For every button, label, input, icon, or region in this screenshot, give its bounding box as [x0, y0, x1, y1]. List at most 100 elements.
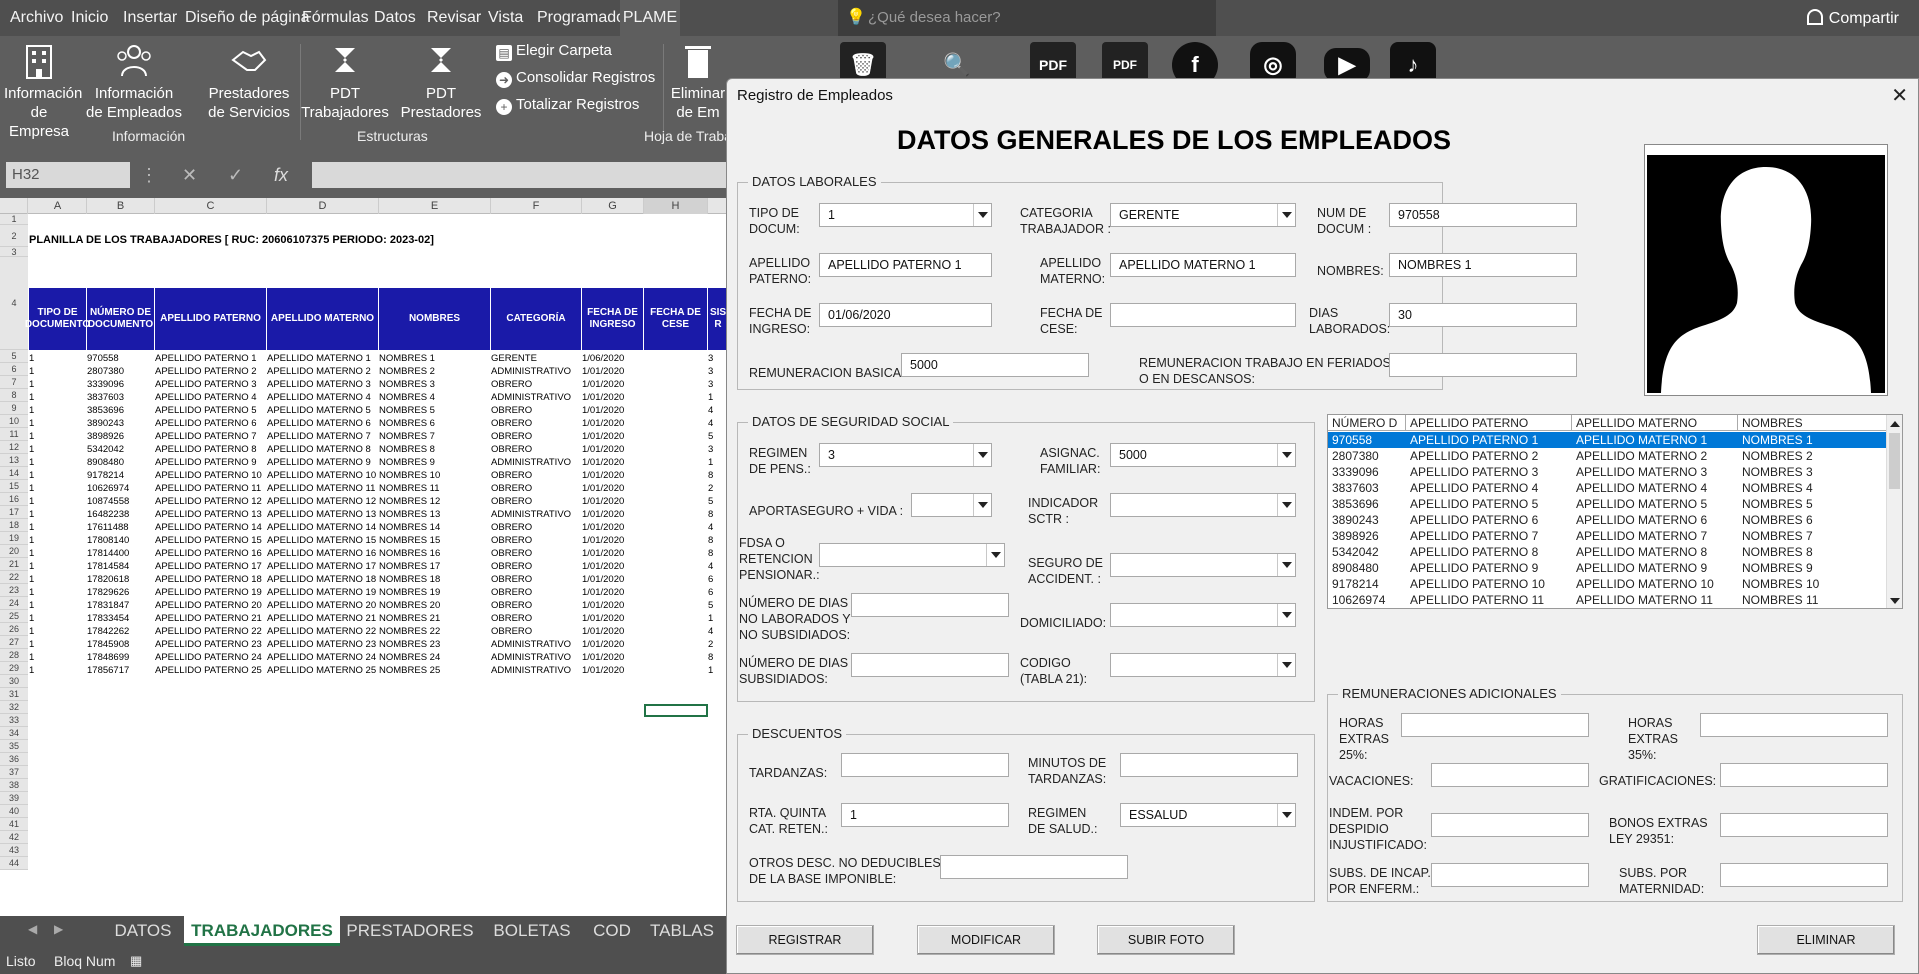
- table-cell[interactable]: 1: [29, 392, 85, 403]
- sheet-tab-boletas[interactable]: BOLETAS: [482, 916, 582, 946]
- table-cell[interactable]: NOMBRES 11: [379, 483, 489, 494]
- row-header[interactable]: 5: [0, 350, 28, 363]
- youtube-icon[interactable]: ▶: [1324, 48, 1370, 82]
- subs-enferm-input[interactable]: [1431, 863, 1589, 887]
- row-header[interactable]: 22: [0, 571, 28, 584]
- table-cell[interactable]: 1/01/2020: [582, 639, 642, 650]
- table-cell[interactable]: NOMBRES 14: [379, 522, 489, 533]
- table-cell[interactable]: APELLIDO PATERNO 25: [155, 665, 265, 676]
- selected-cell[interactable]: [644, 704, 708, 717]
- table-cell[interactable]: 4: [708, 522, 728, 533]
- table-cell[interactable]: APELLIDO PATERNO 19: [155, 587, 265, 598]
- row-header[interactable]: 37: [0, 766, 28, 779]
- table-cell[interactable]: NOMBRES 22: [379, 626, 489, 637]
- table-cell[interactable]: 17820618: [87, 574, 153, 585]
- row-header[interactable]: 7: [0, 376, 28, 389]
- table-cell[interactable]: NOMBRES 6: [379, 418, 489, 429]
- table-cell[interactable]: APELLIDO MATERNO 14: [267, 522, 377, 533]
- list-item[interactable]: 9178214 APELLIDO PATERNO 10 APELLIDO MATER…: [1328, 576, 1888, 592]
- table-cell[interactable]: 1/01/2020: [582, 587, 642, 598]
- table-cell[interactable]: 4: [708, 626, 728, 637]
- chevron-down-icon[interactable]: [1277, 444, 1295, 466]
- table-cell[interactable]: APELLIDO PATERNO 6: [155, 418, 265, 429]
- table-cell[interactable]: 1/06/2020: [582, 353, 642, 364]
- table-cell[interactable]: ADMINISTRATIVO: [491, 392, 580, 403]
- tab-vista[interactable]: Vista: [488, 0, 523, 36]
- column-header[interactable]: D: [267, 198, 379, 214]
- table-cell[interactable]: 2807380: [87, 366, 153, 377]
- table-cell[interactable]: 1: [708, 457, 728, 468]
- dias-laborados-input[interactable]: 30: [1389, 303, 1577, 327]
- table-cell[interactable]: APELLIDO MATERNO 9: [267, 457, 377, 468]
- table-cell[interactable]: NOMBRES 25: [379, 665, 489, 676]
- row-header[interactable]: 42: [0, 831, 28, 844]
- table-cell[interactable]: APELLIDO PATERNO 20: [155, 600, 265, 611]
- table-cell[interactable]: 8: [708, 548, 728, 559]
- table-cell[interactable]: NOMBRES 4: [379, 392, 489, 403]
- table-cell[interactable]: APELLIDO PATERNO 18: [155, 574, 265, 585]
- table-cell[interactable]: APELLIDO PATERNO 8: [155, 444, 265, 455]
- table-cell[interactable]: 1: [29, 522, 85, 533]
- tab-inicio[interactable]: Inicio: [71, 0, 108, 36]
- regimen-salud-select[interactable]: ESSALUD: [1120, 803, 1296, 827]
- column-header[interactable]: C: [155, 198, 267, 214]
- column-header[interactable]: G: [582, 198, 644, 214]
- table-cell[interactable]: 1/01/2020: [582, 483, 642, 494]
- sheet-tab-tablas[interactable]: TABLAS: [644, 916, 720, 946]
- table-cell[interactable]: APELLIDO MATERNO 11: [267, 483, 377, 494]
- table-cell[interactable]: 1/01/2020: [582, 392, 642, 403]
- table-cell[interactable]: OBRERO: [491, 418, 580, 429]
- table-cell[interactable]: 3339096: [87, 379, 153, 390]
- row-header[interactable]: 16: [0, 493, 28, 506]
- table-cell[interactable]: 3: [708, 366, 728, 377]
- tab-programador[interactable]: Programador: [537, 0, 630, 36]
- table-cell[interactable]: APELLIDO PATERNO 4: [155, 392, 265, 403]
- close-icon[interactable]: ✕: [1891, 83, 1908, 108]
- row-header[interactable]: 8: [0, 389, 28, 402]
- table-cell[interactable]: NOMBRES 7: [379, 431, 489, 442]
- table-cell[interactable]: 1/01/2020: [582, 470, 642, 481]
- row-header[interactable]: 38: [0, 779, 28, 792]
- table-cell[interactable]: OBRERO: [491, 548, 580, 559]
- table-cell[interactable]: APELLIDO MATERNO 4: [267, 392, 377, 403]
- sheet-tab-cod[interactable]: COD: [584, 916, 640, 946]
- tab-insertar[interactable]: Insertar: [123, 0, 177, 36]
- table-cell[interactable]: OBRERO: [491, 600, 580, 611]
- table-cell[interactable]: 6: [708, 574, 728, 585]
- table-cell[interactable]: APELLIDO PATERNO 11: [155, 483, 265, 494]
- list-item[interactable]: 3853696 APELLIDO PATERNO 5 APELLIDO MATERN…: [1328, 496, 1888, 512]
- table-cell[interactable]: 1: [29, 639, 85, 650]
- table-cell[interactable]: APELLIDO PATERNO 21: [155, 613, 265, 624]
- regimen-pens-select[interactable]: 3: [819, 443, 992, 467]
- fecha-ingreso-input[interactable]: 01/06/2020: [819, 303, 992, 327]
- sheet-tab-prestadores[interactable]: PRESTADORES: [344, 916, 476, 946]
- table-cell[interactable]: 1: [29, 483, 85, 494]
- employee-listbox[interactable]: NÚMERO D APELLIDO PATERNO APELLIDO MATER…: [1327, 414, 1903, 609]
- table-cell[interactable]: 1: [29, 366, 85, 377]
- table-cell[interactable]: NOMBRES 18: [379, 574, 489, 585]
- table-cell[interactable]: APELLIDO PATERNO 10: [155, 470, 265, 481]
- table-cell[interactable]: 1/01/2020: [582, 509, 642, 520]
- table-cell[interactable]: OBRERO: [491, 574, 580, 585]
- num-docum-input[interactable]: 970558: [1389, 203, 1577, 227]
- table-cell[interactable]: 17611488: [87, 522, 153, 533]
- table-cell[interactable]: APELLIDO MATERNO 22: [267, 626, 377, 637]
- table-cell[interactable]: OBRERO: [491, 483, 580, 494]
- table-cell[interactable]: 1: [29, 353, 85, 364]
- listbox-scrollbar[interactable]: [1886, 415, 1902, 608]
- tardanzas-input[interactable]: [841, 753, 1009, 777]
- table-cell[interactable]: APELLIDO MATERNO 18: [267, 574, 377, 585]
- table-cell[interactable]: 17814584: [87, 561, 153, 572]
- consolidar-registros-button[interactable]: ➜ Consolidar Registros: [496, 69, 655, 88]
- table-cell[interactable]: 1/01/2020: [582, 405, 642, 416]
- table-cell[interactable]: OBRERO: [491, 496, 580, 507]
- vacaciones-input[interactable]: [1431, 763, 1589, 787]
- row-header[interactable]: 39: [0, 792, 28, 805]
- table-cell[interactable]: 970558: [87, 353, 153, 364]
- table-cell[interactable]: 1: [708, 613, 728, 624]
- row-header[interactable]: 9: [0, 402, 28, 415]
- table-cell[interactable]: 1: [29, 405, 85, 416]
- row-header[interactable]: 43: [0, 844, 28, 857]
- chevron-down-icon[interactable]: [1277, 204, 1295, 226]
- table-cell[interactable]: APELLIDO MATERNO 25: [267, 665, 377, 676]
